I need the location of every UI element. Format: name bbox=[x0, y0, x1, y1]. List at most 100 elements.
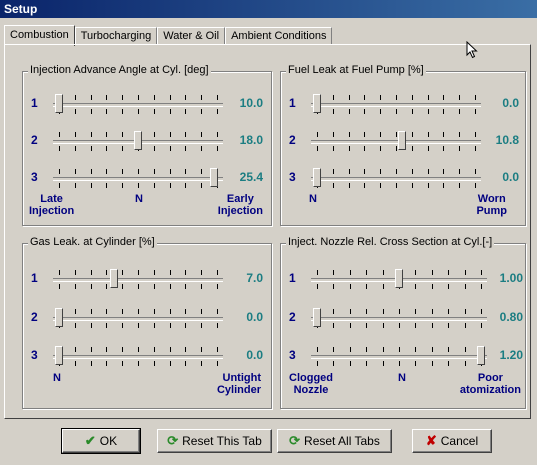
slider-thumb[interactable] bbox=[477, 346, 485, 365]
nozzle-slider-2[interactable] bbox=[311, 307, 487, 329]
slider-tick bbox=[412, 95, 413, 100]
slider-tick bbox=[106, 183, 107, 188]
nozzle-value-3: 1.20 bbox=[499, 348, 523, 362]
slider-tick bbox=[91, 183, 92, 188]
slider-tick bbox=[443, 183, 444, 188]
slider-tick bbox=[366, 361, 367, 366]
nozzle-slider-1[interactable] bbox=[311, 268, 487, 290]
slider-tick bbox=[106, 361, 107, 366]
x-icon: ✘ bbox=[425, 433, 437, 448]
slider-thumb[interactable] bbox=[110, 269, 119, 288]
combustion-tab-page: Injection Advance Angle at Cyl. [deg] 1 … bbox=[4, 44, 531, 419]
cancel-button[interactable]: ✘ Cancel bbox=[412, 429, 492, 453]
fuel-leak-slider-2[interactable] bbox=[311, 130, 481, 152]
slider-tick bbox=[415, 284, 416, 289]
injection-advance-slider-1[interactable] bbox=[53, 93, 223, 115]
ok-button[interactable]: ✔ OK bbox=[61, 428, 141, 454]
slider-tick bbox=[412, 183, 413, 188]
slider-tick bbox=[217, 361, 218, 366]
slider-tick bbox=[106, 309, 107, 314]
slider-tick bbox=[217, 309, 218, 314]
slider-thumb[interactable] bbox=[55, 308, 63, 327]
slider-tick bbox=[366, 347, 367, 352]
slider-tick bbox=[185, 284, 186, 289]
slider-tick bbox=[185, 132, 186, 137]
nozzle-row-1: 1 1.00 bbox=[281, 268, 525, 290]
gas-leak-slider-1[interactable] bbox=[53, 268, 223, 290]
fuel-leak-value-3: 0.0 bbox=[502, 170, 519, 184]
row-number: 3 bbox=[289, 348, 296, 362]
slider-tick bbox=[106, 284, 107, 289]
tab-water-oil[interactable]: Water & Oil bbox=[157, 27, 226, 45]
slider-tick bbox=[383, 323, 384, 328]
slider-tick bbox=[399, 361, 400, 366]
slider-tick bbox=[349, 95, 350, 100]
slider-tick bbox=[75, 132, 76, 137]
slider-tick bbox=[364, 95, 365, 100]
tab-combustion[interactable]: Combustion bbox=[4, 25, 75, 46]
slider-tick bbox=[349, 183, 350, 188]
slider-tick bbox=[154, 323, 155, 328]
slider-thumb[interactable] bbox=[55, 94, 63, 113]
slider-tick bbox=[443, 95, 444, 100]
fuel-leak-value-2: 10.8 bbox=[495, 133, 519, 147]
tab-ambient-conditions[interactable]: Ambient Conditions bbox=[225, 27, 333, 45]
slider-tick bbox=[154, 183, 155, 188]
slider-tick bbox=[432, 309, 433, 314]
fuel-leak-slider-1[interactable] bbox=[311, 93, 481, 115]
slider-tick bbox=[170, 183, 171, 188]
slider-tick bbox=[91, 270, 92, 275]
slider-tick bbox=[349, 132, 350, 137]
fuel-leak-title: Fuel Leak at Fuel Pump [%] bbox=[286, 64, 426, 76]
gas-leak-slider-2[interactable] bbox=[53, 307, 223, 329]
slider-thumb[interactable] bbox=[209, 168, 218, 187]
slider-tick bbox=[122, 361, 123, 366]
gas-leak-value-1: 7.0 bbox=[246, 271, 263, 285]
slider-tick bbox=[448, 270, 449, 275]
slider-tick bbox=[459, 109, 460, 114]
slider-tick bbox=[412, 146, 413, 151]
injection-advance-value-1: 10.0 bbox=[239, 96, 263, 110]
slider-tick bbox=[91, 169, 92, 174]
slider-tick bbox=[481, 309, 482, 314]
reset-all-tabs-button[interactable]: ⟳ Reset All Tabs bbox=[277, 429, 392, 453]
slider-tick bbox=[170, 270, 171, 275]
slider-thumb[interactable] bbox=[313, 168, 321, 187]
nominal-label: N bbox=[309, 193, 317, 205]
slider-tick bbox=[465, 309, 466, 314]
slider-tick bbox=[217, 109, 218, 114]
tab-turbocharging[interactable]: Turbocharging bbox=[74, 27, 158, 45]
poor-atomization-label: Poor atomization bbox=[459, 372, 521, 396]
slider-tick bbox=[475, 169, 476, 174]
slider-tick bbox=[59, 146, 60, 151]
injection-advance-slider-2[interactable] bbox=[53, 130, 223, 152]
slider-thumb[interactable] bbox=[55, 346, 63, 365]
slider-thumb[interactable] bbox=[134, 131, 142, 150]
slider-tick bbox=[333, 284, 334, 289]
slider-thumb[interactable] bbox=[313, 94, 321, 113]
slider-tick bbox=[170, 347, 171, 352]
slider-tick bbox=[75, 95, 76, 100]
fuel-leak-slider-3[interactable] bbox=[311, 167, 481, 189]
slider-tick bbox=[380, 95, 381, 100]
slider-tick bbox=[75, 169, 76, 174]
slider-tick bbox=[317, 361, 318, 366]
slider-tick bbox=[154, 169, 155, 174]
slider-tick bbox=[459, 183, 460, 188]
slider-ticks bbox=[317, 347, 482, 366]
slider-tick bbox=[106, 95, 107, 100]
injection-advance-slider-3[interactable] bbox=[53, 167, 223, 189]
slider-tick bbox=[443, 169, 444, 174]
slider-thumb[interactable] bbox=[395, 269, 403, 288]
slider-tick bbox=[170, 309, 171, 314]
slider-tick bbox=[75, 309, 76, 314]
slider-thumb[interactable] bbox=[398, 131, 407, 150]
gas-leak-slider-3[interactable] bbox=[53, 345, 223, 367]
tab-strip: Combustion Turbocharging Water & Oil Amb… bbox=[4, 25, 333, 46]
slider-tick bbox=[366, 270, 367, 275]
nozzle-slider-3[interactable] bbox=[311, 345, 487, 367]
slider-tick bbox=[364, 146, 365, 151]
slider-thumb[interactable] bbox=[313, 308, 321, 327]
slider-tick bbox=[170, 323, 171, 328]
reset-this-tab-button[interactable]: ⟳ Reset This Tab bbox=[157, 429, 272, 453]
